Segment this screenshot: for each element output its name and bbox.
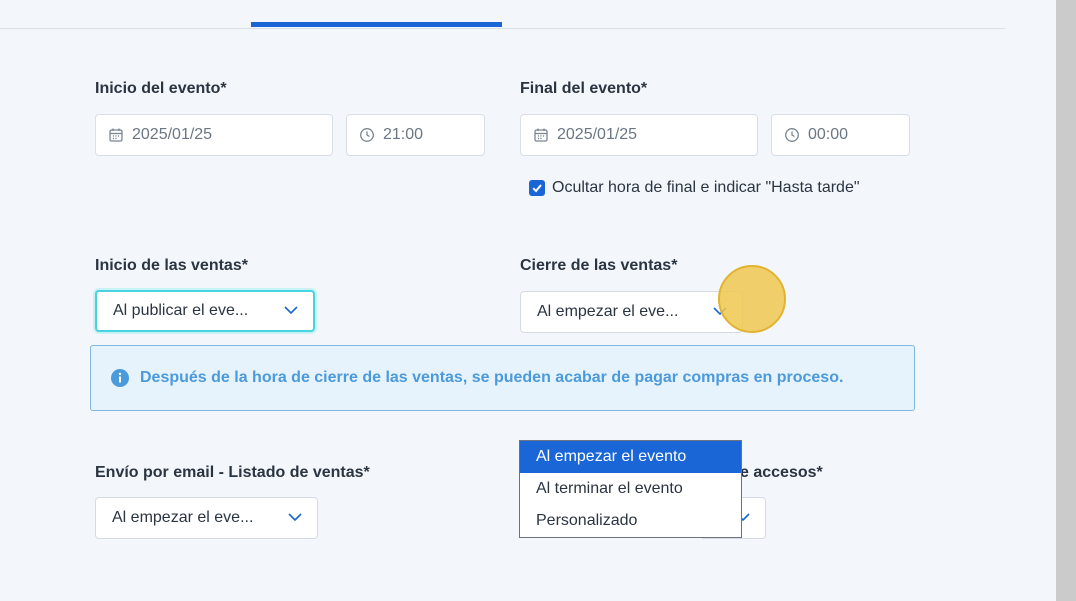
event-start-time-field[interactable]: 21:00 [346,114,485,156]
event-end-date-field[interactable]: 2025/01/25 [520,114,758,156]
info-icon [111,369,129,387]
event-end-time-value: 00:00 [808,126,849,143]
chevron-down-icon [283,302,299,320]
event-start-date-value: 2025/01/25 [132,126,213,143]
sales-start-label: Inicio de las ventas* [95,257,248,274]
check-icon [532,184,542,193]
sales-start-selected-value: Al publicar el eve... [113,302,249,319]
email-access-label: e accesos* [740,464,823,481]
info-text: Después de la hora de cierre de las vent… [140,369,844,386]
event-end-date-value: 2025/01/25 [557,126,638,143]
sales-close-dropdown-menu: Al empezar el evento Al terminar el even… [519,440,742,538]
dropdown-option[interactable]: Personalizado [520,505,741,537]
info-banner: Después de la hora de cierre de las vent… [90,345,915,411]
sales-start-select[interactable]: Al publicar el eve... [95,290,315,332]
sales-close-selected-value: Al empezar el eve... [537,303,679,320]
tab-bar [0,0,1005,29]
calendar-icon [533,127,549,143]
event-start-label: Inicio del evento* [95,80,227,97]
calendar-icon [108,127,124,143]
clock-icon [784,127,800,143]
click-highlight [718,265,786,333]
event-end-time-field[interactable]: 00:00 [771,114,910,156]
chevron-down-icon [287,509,303,527]
sales-close-label: Cierre de las ventas* [520,257,678,274]
scrollbar[interactable] [1056,0,1076,601]
clock-icon [359,127,375,143]
email-sales-select[interactable]: Al empezar el eve... [95,497,318,539]
event-start-time-value: 21:00 [383,126,424,143]
dropdown-option[interactable]: Al empezar el evento [520,441,741,473]
active-tab-indicator [251,22,502,27]
email-sales-label: Envío por email - Listado de ventas* [95,464,370,481]
hide-end-time-option[interactable]: Ocultar hora de final e indicar "Hasta t… [529,179,860,197]
email-sales-selected-value: Al empezar el eve... [112,509,254,526]
scrollbar-thumb[interactable] [1056,0,1076,601]
sales-close-select[interactable]: Al empezar el eve... [520,291,743,333]
event-start-date-field[interactable]: 2025/01/25 [95,114,333,156]
dropdown-option[interactable]: Al terminar el evento [520,473,741,505]
hide-end-time-checkbox[interactable] [529,180,545,196]
event-end-label: Final del evento* [520,80,648,97]
hide-end-time-label: Ocultar hora de final e indicar "Hasta t… [552,179,860,196]
